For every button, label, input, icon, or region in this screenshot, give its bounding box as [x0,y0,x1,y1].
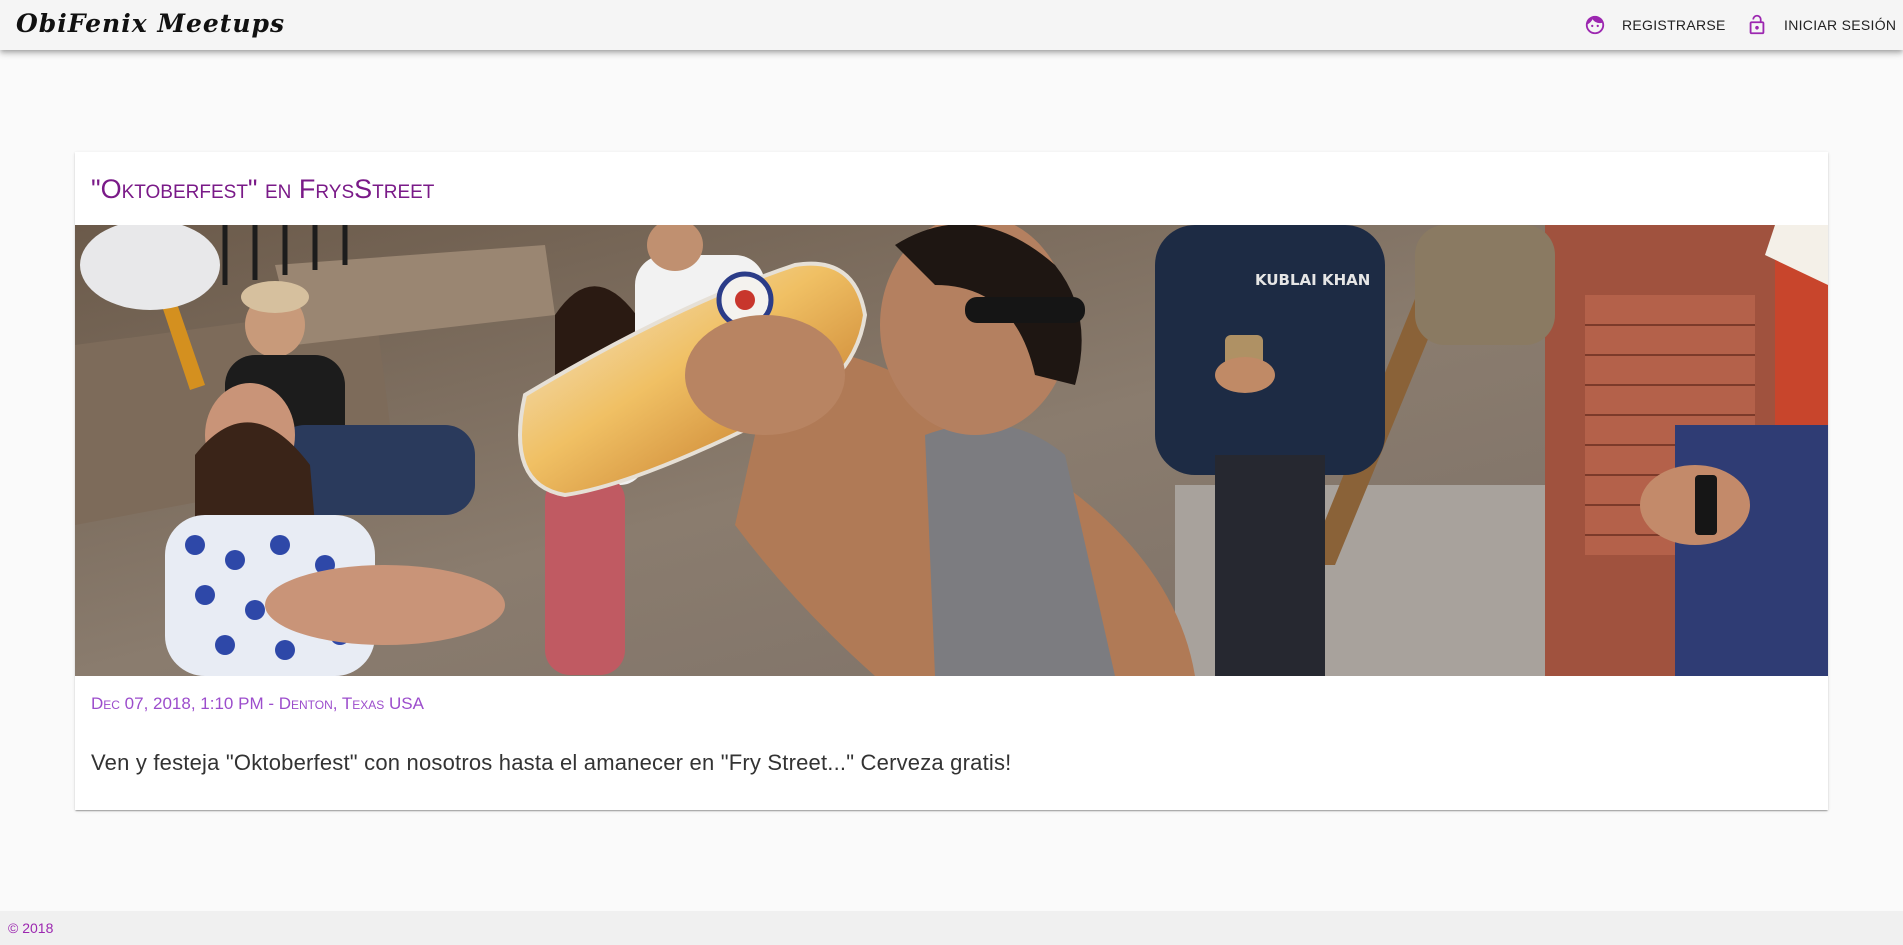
copyright-text: © 2018 [8,920,54,936]
top-toolbar: ObiFenix Meetups REGISTRARSE INICIAR SES… [0,0,1903,50]
footer: © 2018 [0,911,1903,945]
meetup-card: "Oktoberfest" en FrysStreet KUBLAI KHAN … [75,152,1828,810]
svg-text:KUBLAI KHAN: KUBLAI KHAN [1255,271,1370,289]
meetup-image: KUBLAI KHAN [75,225,1828,676]
login-label: INICIAR SESIÓN [1784,17,1897,33]
meetup-datetime-location: Dec 07, 2018, 1:10 PM - Denton, Texas US… [91,694,424,713]
register-label: REGISTRARSE [1622,17,1726,33]
app-brand-title[interactable]: ObiFenix Meetups [16,9,285,38]
register-button[interactable]: REGISTRARSE [1584,0,1726,50]
meetup-title: "Oktoberfest" en FrysStreet [91,174,435,204]
face-icon [1584,14,1606,36]
lock-open-icon [1746,14,1768,36]
meetup-description: Ven y festeja "Oktoberfest" con nosotros… [91,750,1012,775]
login-button[interactable]: INICIAR SESIÓN [1746,0,1896,50]
